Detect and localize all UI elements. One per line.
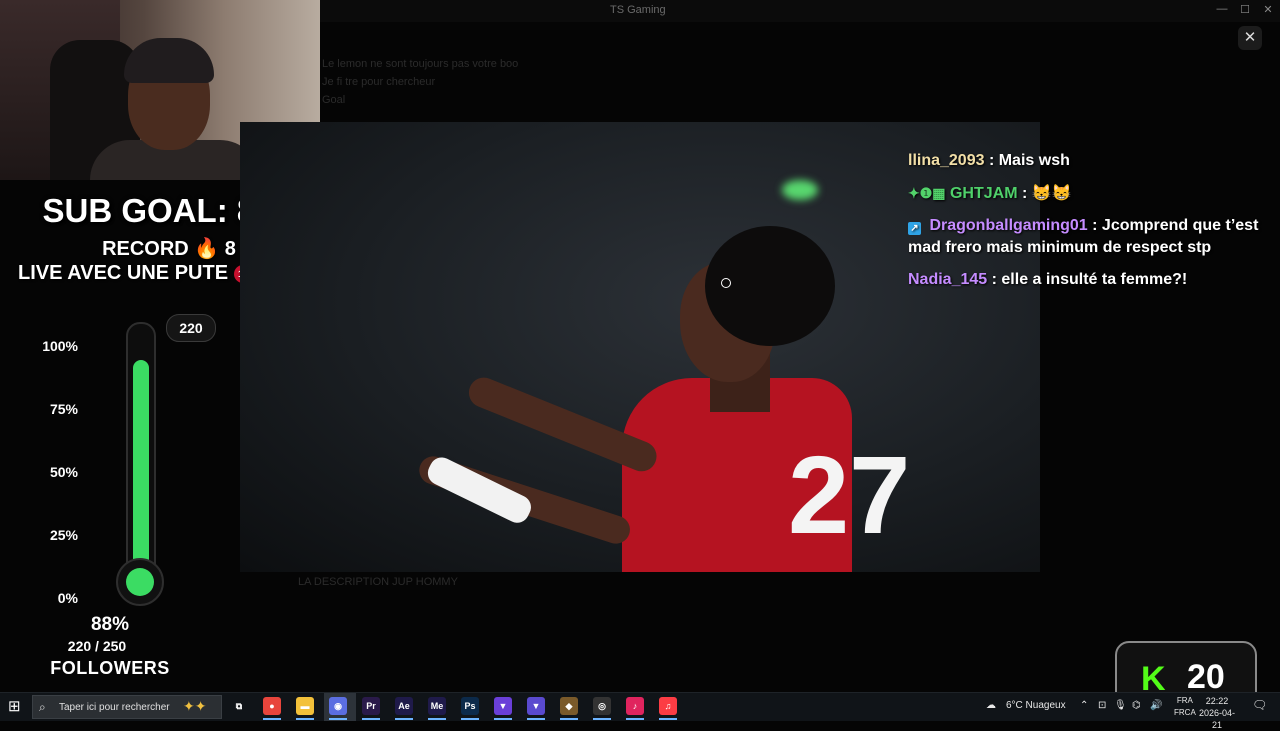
taskbar-after-effects-icon[interactable]: Ae [395,697,413,715]
taskbar-browser-active-icon[interactable]: ◉ [329,697,347,715]
chat-message: ✦❶▦ GHTJAM : 😸😸 [908,182,1280,205]
taskbar-chrome-icon[interactable]: ● [263,697,281,715]
chat-message: ↗ Dragonballgaming01 : Jcomprend que t’e… [908,215,1280,259]
thermometer-fill [133,360,149,576]
chat-text: : elle a insulté ta femme?! [991,271,1188,288]
taskbar-clock[interactable]: 22:22 2026-04-21 [1198,695,1236,731]
followers-label: FOLLOWERS [50,658,170,678]
thermometer-tick: 75% [49,401,78,417]
mouse-cursor-icon [721,278,731,288]
taskbar-premiere-icon[interactable]: Pr [362,697,380,715]
chat-username: Dragonballgaming01 [929,217,1088,234]
windows-taskbar: ⊞ ⌕ Taper ici pour rechercher ✦✦ ⧉ ● ▬ ◉ Pr A… [0,692,1280,730]
fire-icon: 🔥 [194,238,220,260]
clock-time: 22:22 [1205,696,1229,706]
chat-text: : 😸😸 [1021,185,1072,202]
stadium-light [782,180,818,200]
tray-wifi-icon[interactable]: ⌬ [1132,700,1141,711]
thermometer-tick: 50% [49,464,78,480]
lang-region: FRCA [1174,708,1196,717]
thermometer-tick: 100% [42,338,78,354]
chat-overlay: llina_2093 : Mais wsh ✦❶▦ GHTJAM : 😸😸 ↗ … [908,150,1280,301]
taskbar-shield-icon[interactable]: ▼ [527,697,545,715]
taskbar-media-encoder-icon[interactable]: Me [428,697,446,715]
taskbar-music-icon[interactable]: ♫ [659,697,677,715]
thermometer-bulb-fill [126,568,154,596]
live-label: LIVE AVEC UNE PUTE [18,262,229,284]
copilot-sparkle-icon: ✦✦ [183,698,207,714]
background-text: Goal [322,94,346,106]
background-text: Je fi tre pour chercheur [322,76,436,88]
thermometer-tick: 25% [49,527,78,543]
jersey-number: 27 [788,434,911,557]
webcam-streamer-beanie [124,38,214,83]
language-indicator[interactable]: FRA FRCA [1174,695,1196,719]
goal-count: 220 / 250 [67,638,127,654]
window-title: TS Gaming [610,4,666,16]
chat-username: Nadia_145 [908,271,988,288]
weather-text[interactable]: 6°C Nuageux [1006,700,1066,711]
chat-badges: ✦❶▦ [908,185,946,201]
window-titlebar: TS Gaming — ☐ ✕ [320,0,1280,22]
clock-date: 2026-04-21 [1198,708,1236,730]
search-icon: ⌕ [39,700,46,714]
kick-counter-value: 20 [1187,658,1225,696]
close-overlay-button[interactable]: ✕ [1238,26,1262,50]
taskbar-obs-icon[interactable]: ◎ [593,697,611,715]
chat-text: : Mais wsh [988,152,1070,169]
tray-chevron-icon[interactable]: ⌃ [1080,700,1088,711]
record-label: RECORD [102,238,189,260]
taskbar-vpn-icon[interactable]: ▼ [494,697,512,715]
tray-mic-icon[interactable]: 🎙 [1114,700,1127,711]
goal-percent: 88% [90,614,130,635]
search-placeholder: Taper ici pour rechercher [59,702,170,713]
chat-username: llina_2093 [908,152,985,169]
chat-message: Nadia_145 : elle a insulté ta femme?! [908,269,1280,291]
taskbar-game-icon[interactable]: ◆ [560,697,578,715]
taskbar-search-box[interactable]: ⌕ Taper ici pour rechercher ✦✦ [32,695,222,719]
chat-username: GHTJAM [949,185,1018,202]
record-value: 8 [224,238,236,260]
chat-message: llina_2093 : Mais wsh [908,150,1280,172]
taskbar-task-view-icon[interactable]: ⧉ [230,697,248,715]
taskbar-file-explorer-icon[interactable]: ▬ [296,697,314,715]
notification-icon[interactable]: 🗨 [1252,698,1267,712]
background-text: LA DESCRIPTION JUP HOMMY [298,576,458,588]
window-close-button[interactable]: ✕ [1260,3,1276,16]
goal-target-pill: 220 [166,314,216,342]
tray-volume-icon[interactable]: 🔊 [1150,700,1162,711]
maximize-button[interactable]: ☐ [1237,3,1253,16]
minimize-button[interactable]: — [1214,3,1230,15]
chat-badges: ↗ [908,222,921,235]
taskbar-tiktok-icon[interactable]: ♪ [626,697,644,715]
taskbar-photoshop-icon[interactable]: Ps [461,697,479,715]
background-text: Le lemon ne sont toujours pas votre boo [322,58,519,70]
windows-start-icon[interactable]: ⊞ [8,699,24,715]
thermometer-tick: 0% [57,590,78,606]
weather-icon[interactable]: ☁ [986,700,996,711]
lang-code: FRA [1176,696,1193,705]
thermometer-bulb [116,558,164,606]
tray-network-icon[interactable]: ⊡ [1098,700,1106,711]
